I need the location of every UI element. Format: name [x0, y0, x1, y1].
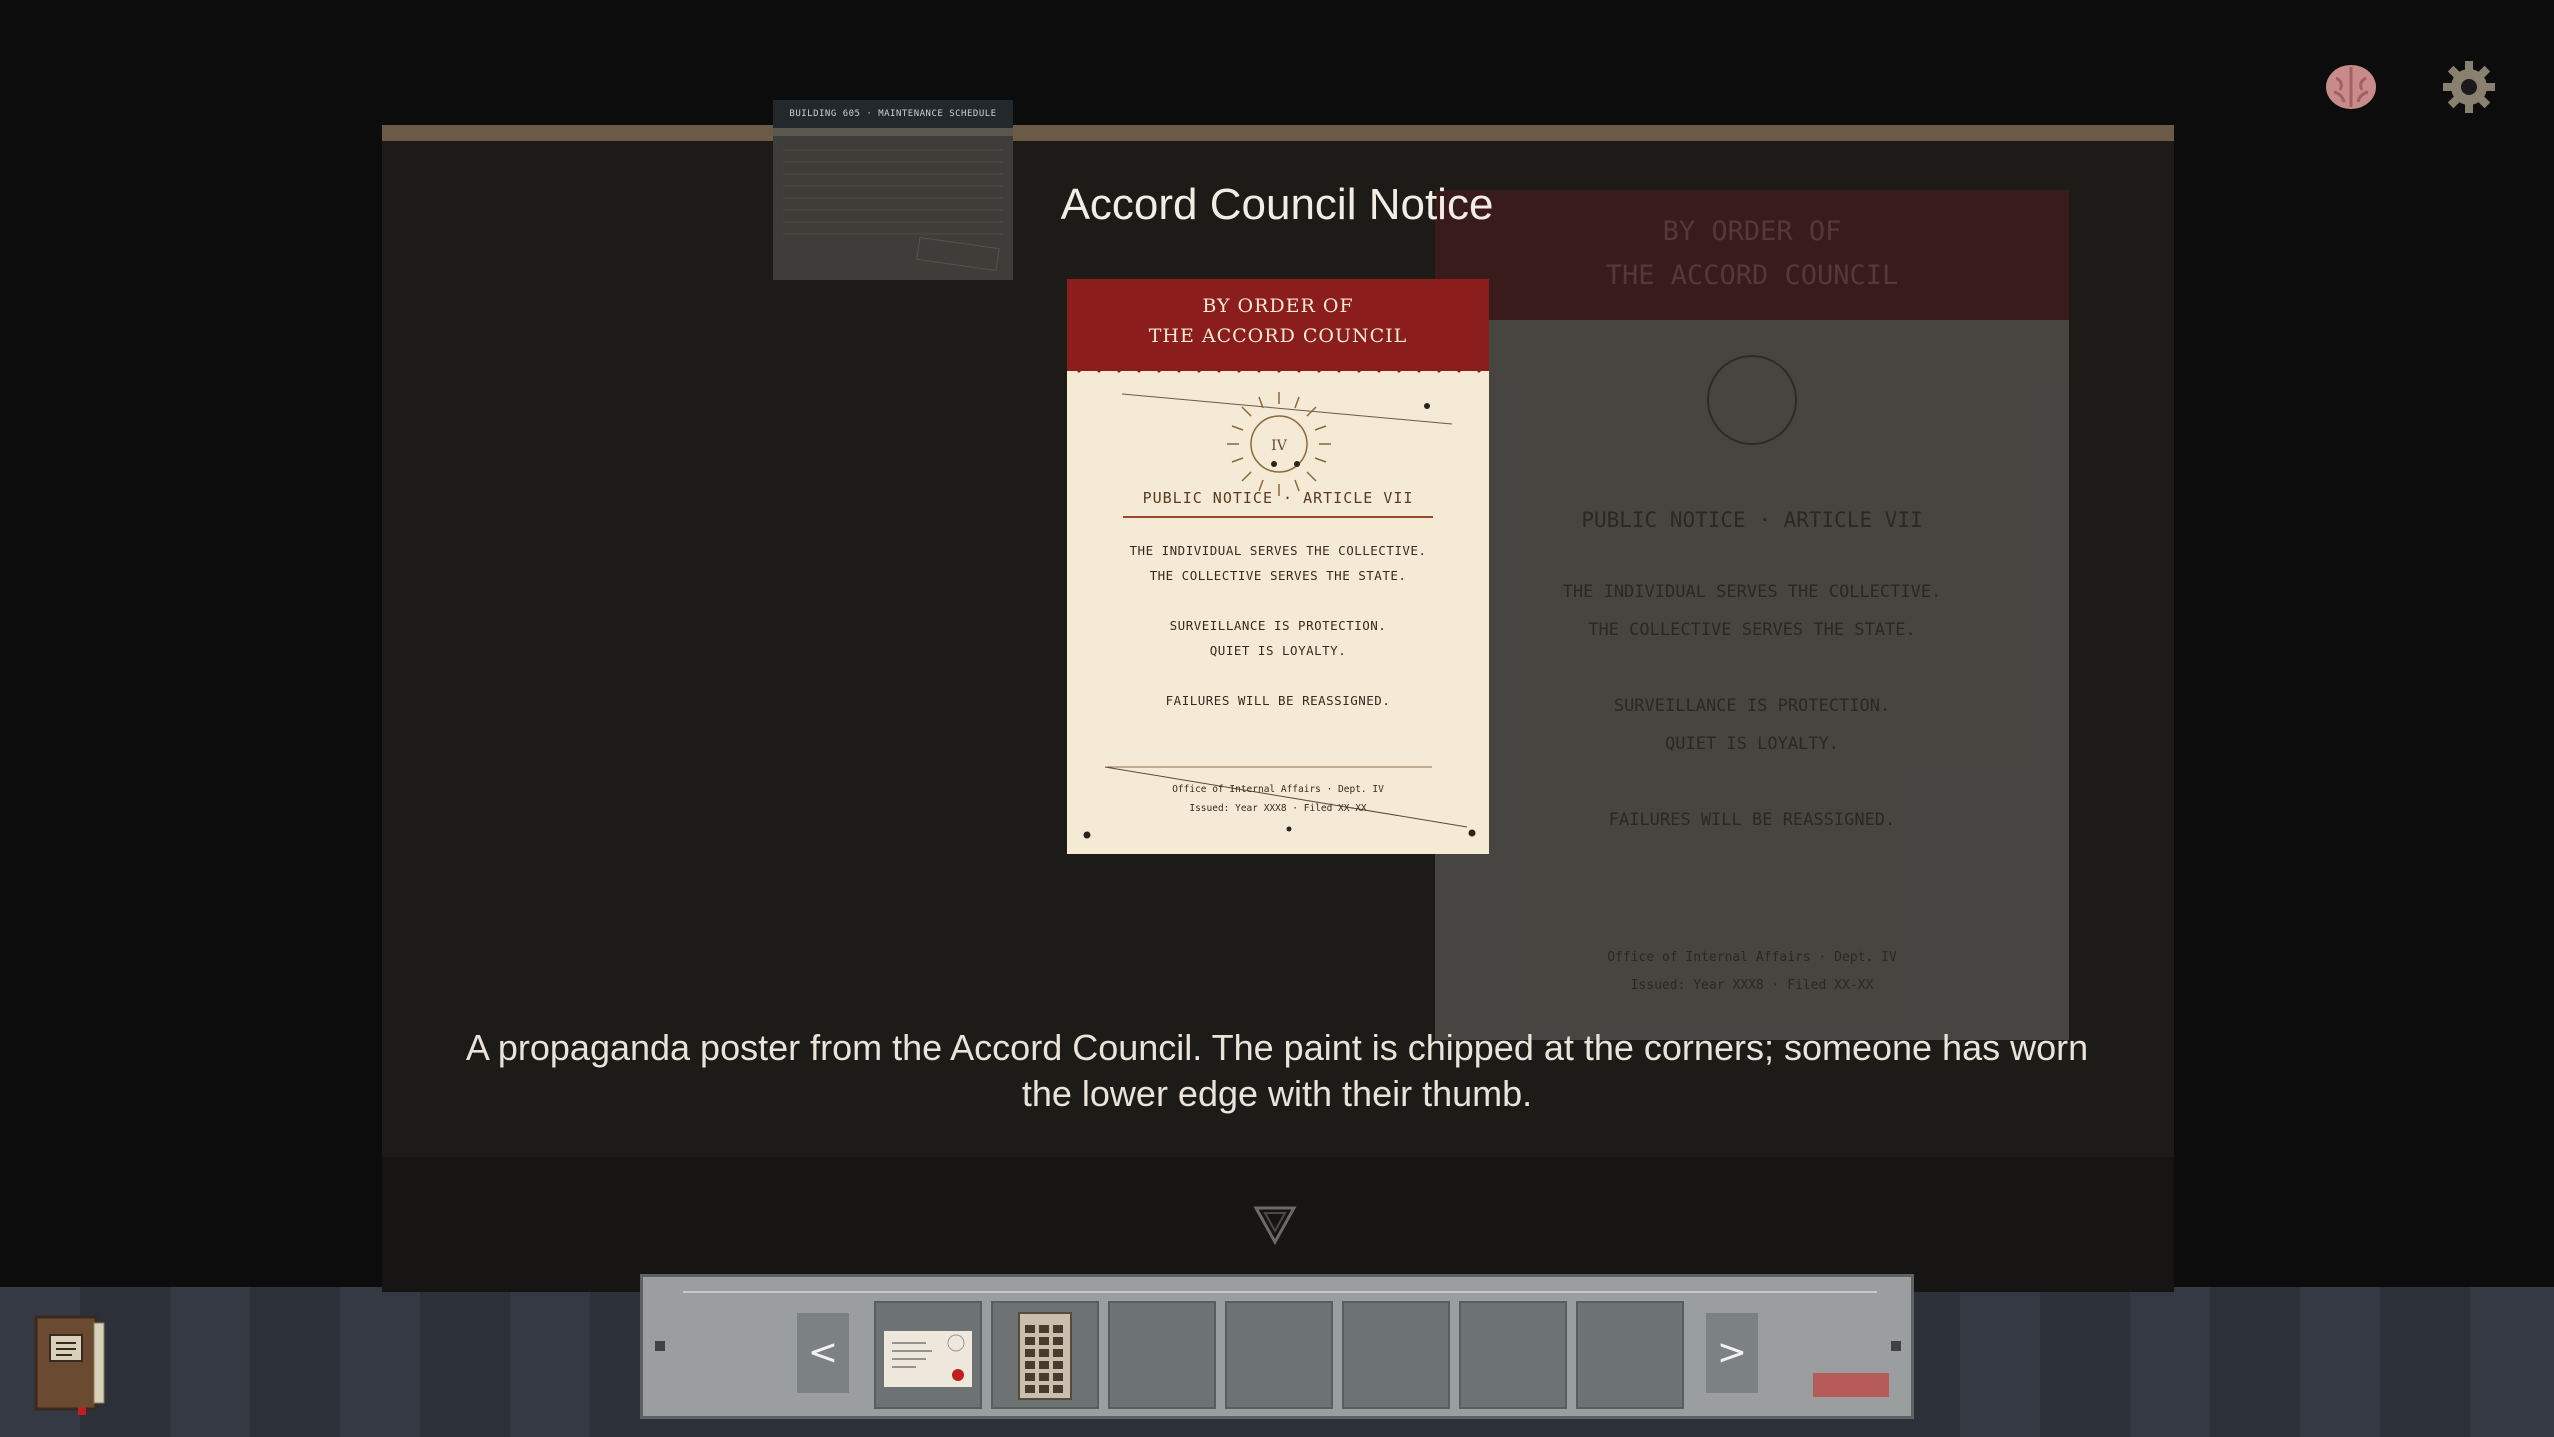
- close-arrow-icon[interactable]: [1253, 1205, 1297, 1246]
- motto-line: THE COLLECTIVE SERVES THE STATE.: [1149, 568, 1407, 583]
- inventory-red-tab[interactable]: [1813, 1373, 1889, 1397]
- motto-line: SURVEILLANCE IS PROTECTION.: [1169, 618, 1387, 633]
- inventory-slot-empty[interactable]: [1459, 1301, 1567, 1409]
- inventory-slot-empty[interactable]: [1225, 1301, 1333, 1409]
- item-title: Accord Council Notice: [1060, 180, 1494, 229]
- calendar-grid-icon: [1018, 1312, 1072, 1400]
- poster-zoom-line: SURVEILLANCE IS PROTECTION.: [1613, 696, 1891, 716]
- poster-footer-dept: Office of Internal Affairs · Dept. IV: [1172, 784, 1384, 795]
- poster-zoom-line: QUIET IS LOYALTY.: [1665, 734, 1839, 754]
- brain-icon[interactable]: [2322, 58, 2380, 116]
- journal-icon[interactable]: [32, 1315, 110, 1415]
- notice-divider: [1123, 516, 1433, 518]
- poster-zoom-line: THE INDIVIDUAL SERVES THE COLLECTIVE.: [1562, 582, 1942, 602]
- poster-zoom-header-line2: THE ACCORD COUNCIL: [1605, 260, 1899, 291]
- poster-zoom-line: FAILURES WILL BE REASSIGNED.: [1608, 810, 1896, 830]
- poster-header-torn-edge: [1067, 361, 1489, 373]
- motto-line: QUIET IS LOYALTY.: [1209, 643, 1347, 658]
- inventory-left-pin: [655, 1341, 665, 1351]
- poster-zoom-footer-dept: Office of Internal Affairs · Dept. IV: [1607, 950, 1897, 965]
- inventory-slot[interactable]: [874, 1301, 982, 1409]
- seal-numeral: IV: [1271, 438, 1288, 454]
- poster-header-line1: BY ORDER OF: [1202, 295, 1354, 317]
- propaganda-poster: BY ORDER OF THE ACCORD COUNCIL IV PUBLIC…: [1067, 279, 1489, 854]
- inventory-next-button[interactable]: >: [1706, 1313, 1758, 1393]
- poster-zoom-notice-title: PUBLIC NOTICE · ARTICLE VII: [1581, 508, 1923, 532]
- inventory-prev-button[interactable]: <: [797, 1313, 849, 1393]
- poster-header-text: BY ORDER OF THE ACCORD COUNCIL: [1067, 291, 1489, 351]
- inventory-slot[interactable]: [991, 1301, 1099, 1409]
- envelope-letter-icon: [884, 1331, 972, 1387]
- motto-line: THE INDIVIDUAL SERVES THE COLLECTIVE.: [1129, 543, 1427, 558]
- panel-top-bar: [382, 125, 2174, 141]
- inventory-slot-empty[interactable]: [1576, 1301, 1684, 1409]
- poster-zoom-footer-issued: Issued: Year XXX8 · Filed XX-XX: [1630, 978, 1874, 993]
- poster-zoom-line: THE COLLECTIVE SERVES THE STATE.: [1588, 620, 1916, 640]
- inventory-slot-empty[interactable]: [1108, 1301, 1216, 1409]
- background-document-header: BUILDING 605 · MAINTENANCE SCHEDULE: [773, 100, 1013, 128]
- poster-zoom-shadow: BY ORDER OF THE ACCORD COUNCIL PUBLIC NO…: [1435, 190, 2069, 1040]
- inventory-slot-empty[interactable]: [1342, 1301, 1450, 1409]
- notice-title: PUBLIC NOTICE · ARTICLE VII: [1142, 489, 1414, 507]
- inventory-bar: < >: [640, 1274, 1914, 1419]
- motto-line: FAILURES WILL BE REASSIGNED.: [1165, 693, 1391, 708]
- gear-icon[interactable]: [2440, 58, 2498, 116]
- poster-footer-issued: Issued: Year XXX8 · Filed XX-XX: [1189, 803, 1367, 814]
- poster-header-line2: THE ACCORD COUNCIL: [1148, 325, 1408, 347]
- item-description: A propaganda poster from the Accord Coun…: [465, 1027, 2089, 1114]
- inventory-right-pin: [1891, 1341, 1901, 1351]
- poster-zoom-seal: [1707, 355, 1797, 445]
- inventory-top-line: [683, 1291, 1877, 1293]
